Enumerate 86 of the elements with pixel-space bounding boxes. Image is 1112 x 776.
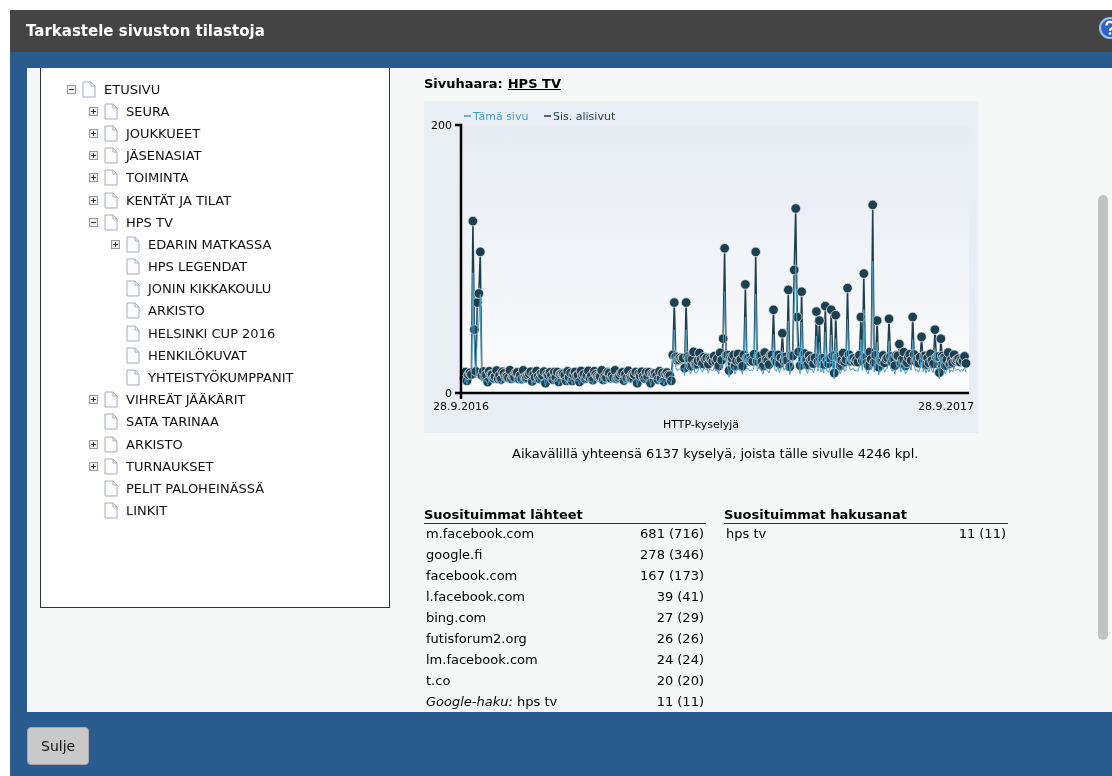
page-icon: [126, 235, 140, 253]
expand-icon[interactable]: [89, 395, 98, 405]
page-icon: [104, 102, 118, 120]
page-icon: [82, 80, 96, 98]
source-name: lm.facebook.com: [426, 652, 538, 668]
tree-item[interactable]: HELSINKI CUP 2016: [148, 325, 276, 341]
tree-item[interactable]: HPS TV: [126, 214, 173, 230]
source-name: m.facebook.com: [426, 526, 535, 542]
expand-icon[interactable]: [89, 106, 98, 116]
window-title: Tarkastele sivuston tilastoja: [26, 22, 265, 40]
source-name: t.co: [426, 673, 451, 689]
keyword: hps tv: [726, 526, 767, 542]
source-name: facebook.com: [426, 568, 518, 584]
request-count: 11 (11): [958, 526, 1006, 542]
table-heading: Suosituimmat hakusanat: [724, 507, 1008, 524]
page-icon: [104, 191, 118, 209]
tree-item[interactable]: ETUSIVU: [104, 81, 161, 97]
tree-item[interactable]: JOUKKUEET: [126, 125, 201, 141]
source-name: futisforum2.org: [426, 631, 527, 647]
request-count: 24 (24): [656, 652, 704, 668]
page-icon: [126, 346, 140, 364]
tree-item[interactable]: ARKISTO: [126, 436, 183, 452]
table-heading: Suosituimmat lähteet: [424, 507, 706, 524]
tree-item[interactable]: LINKIT: [126, 503, 168, 519]
tree-item[interactable]: TURNAUKSET: [126, 458, 214, 474]
page-icon: [104, 435, 118, 453]
tree-item[interactable]: JÄSENASIAT: [126, 148, 202, 164]
branch-label: Sivuhaara:: [424, 76, 503, 91]
axis-tick-label: 28.9.2016: [433, 400, 489, 413]
summary-text: Aikavälillä yhteensä 6137 kyselyä, joista tälle sivulle 4246 kpl.: [512, 446, 920, 461]
legend-item: Tämä sivu: [463, 110, 529, 123]
page-icon: [104, 479, 118, 497]
page-icon: [104, 457, 118, 475]
page-icon: [126, 280, 140, 298]
page-icon: [104, 169, 118, 187]
page-icon: [104, 502, 118, 520]
request-count: 681 (716): [640, 526, 704, 542]
page-icon: [104, 147, 118, 165]
page-icon: [104, 391, 118, 409]
close-button[interactable]: Sulje: [27, 727, 90, 765]
axis-tick-label: 0: [445, 387, 452, 400]
page-icon: [104, 124, 118, 142]
tree-item[interactable]: HPS LEGENDAT: [148, 259, 248, 275]
tree-item[interactable]: PELIT PALOHEINÄSSÄ: [126, 480, 265, 496]
expand-icon[interactable]: [89, 195, 98, 205]
source-name: google.fi: [426, 547, 483, 563]
scrollbar-thumb[interactable]: [1098, 195, 1108, 640]
request-count: 20 (20): [656, 673, 704, 689]
collapse-icon[interactable]: [89, 217, 98, 227]
request-count: 278 (346): [640, 547, 704, 563]
tree-item[interactable]: KENTÄT JA TILAT: [126, 192, 232, 208]
page-icon: [104, 213, 118, 231]
axis-tick-label: 28.9.2017: [918, 400, 974, 413]
page-icon: [126, 258, 140, 276]
tree-item[interactable]: JONIN KIKKAKOULU: [148, 281, 272, 297]
legend-item: Sis. alisivut: [543, 110, 616, 123]
page-icon: [104, 413, 118, 431]
tree-item[interactable]: VIHREÄT JÄÄKÄRIT: [126, 392, 246, 408]
page-icon: [126, 369, 140, 387]
collapse-icon[interactable]: [67, 84, 76, 94]
expand-icon[interactable]: [89, 461, 98, 471]
request-count: 26 (26): [656, 631, 704, 647]
expand-icon[interactable]: [89, 128, 98, 138]
branch-link[interactable]: HPS TV: [507, 76, 561, 91]
tree-item[interactable]: YHTEISTYÖKUMPPANIT: [148, 370, 294, 386]
axis-tick-label: 200: [431, 119, 452, 132]
tree-item[interactable]: TOIMINTA: [126, 170, 189, 186]
tree-item[interactable]: SATA TARINAA: [126, 414, 219, 430]
tree-item[interactable]: SEURA: [126, 103, 170, 119]
expand-icon[interactable]: [89, 173, 98, 183]
page-icon: [126, 324, 140, 342]
tree-item[interactable]: HENKILÖKUVAT: [148, 347, 247, 363]
axis-title: HTTP-kyselyjä: [662, 418, 740, 431]
tree-item[interactable]: EDARIN MATKASSA: [148, 236, 272, 252]
expand-icon[interactable]: [111, 239, 120, 249]
expand-icon[interactable]: [89, 151, 98, 161]
source-name: bing.com: [426, 610, 487, 626]
expand-icon[interactable]: [89, 439, 98, 449]
request-count: 27 (29): [656, 610, 704, 626]
tree-item[interactable]: ARKISTO: [148, 303, 205, 319]
page-icon: [126, 302, 140, 320]
request-count: 39 (41): [656, 589, 704, 605]
request-count: 167 (173): [640, 568, 704, 584]
request-count: 11 (11): [656, 694, 704, 710]
source-name: Google-haku: hps tv: [426, 694, 558, 710]
source-name: l.facebook.com: [426, 589, 526, 605]
